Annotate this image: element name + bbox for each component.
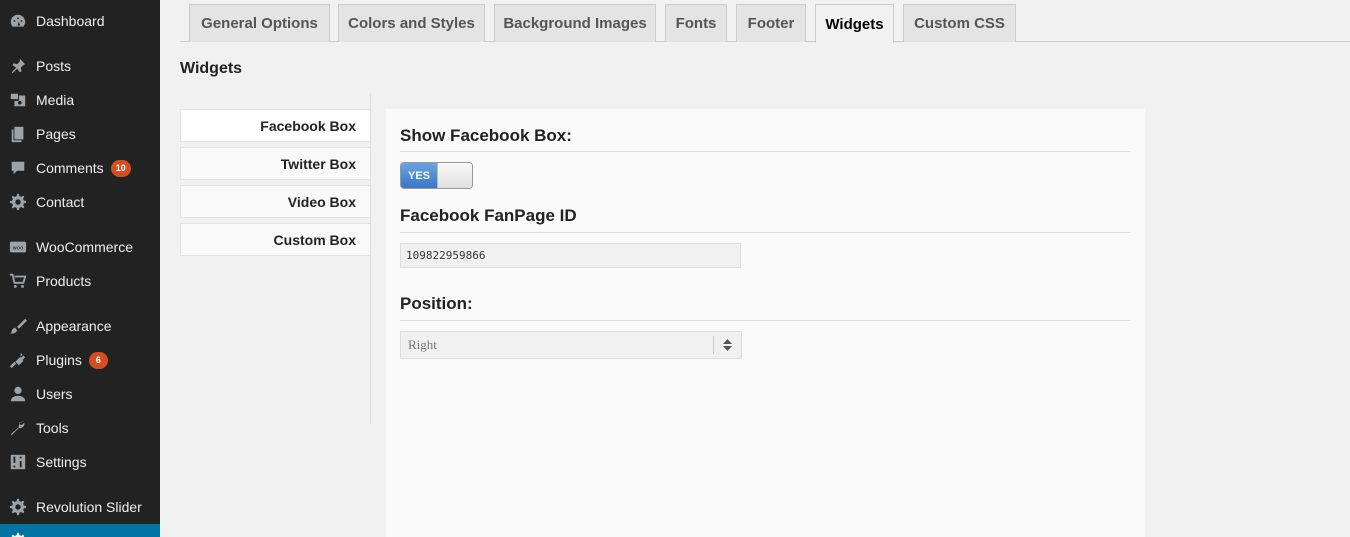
- menu-label: Appearance: [36, 318, 112, 334]
- user-icon: [8, 384, 28, 404]
- menu-contact[interactable]: Contact: [0, 185, 160, 219]
- show-facebook-box-toggle[interactable]: YES: [400, 162, 473, 189]
- menu-appearance[interactable]: Appearance: [0, 309, 160, 343]
- menu-label: Products: [36, 273, 92, 289]
- fanpage-id-input[interactable]: 109822959866: [400, 243, 741, 268]
- up-down-arrows-icon: [713, 336, 741, 354]
- position-label: Position:: [400, 294, 473, 313]
- admin-sidebar: Dashboard Posts Media Pages Comments 10 …: [0, 0, 160, 537]
- gear-icon: [8, 192, 28, 212]
- plug-icon: [8, 350, 28, 370]
- menu-label: Users: [36, 386, 73, 402]
- tab-colors-and-styles[interactable]: Colors and Styles: [338, 4, 485, 42]
- facebook-box-panel: Show Facebook Box: YES Facebook FanPage …: [386, 109, 1145, 537]
- menu-dashboard[interactable]: Dashboard: [0, 4, 160, 38]
- menu-products[interactable]: Products: [0, 264, 160, 298]
- tab-footer[interactable]: Footer: [736, 4, 806, 42]
- gear-icon: [8, 497, 28, 517]
- menu-label: Posts: [36, 58, 72, 74]
- menu-revolution-slider[interactable]: Revolution Slider: [0, 490, 160, 524]
- divider: [400, 320, 1131, 321]
- show-facebook-box-label: Show Facebook Box:: [400, 126, 572, 145]
- menu-label: Settings: [36, 454, 87, 470]
- toggle-on-label: YES: [401, 163, 437, 188]
- menu-label: Media: [36, 92, 75, 108]
- woocommerce-icon: woo: [8, 237, 28, 257]
- gear-icon: [8, 531, 28, 537]
- divider: [400, 151, 1131, 152]
- menu-current-item[interactable]: [0, 524, 160, 537]
- menu-label: Plugins: [36, 352, 82, 368]
- subtab-twitter-box[interactable]: Twitter Box: [180, 147, 370, 180]
- menu-users[interactable]: Users: [0, 377, 160, 411]
- menu-label: Pages: [36, 126, 76, 142]
- menu-label: WooCommerce: [36, 239, 133, 255]
- tab-widgets[interactable]: Widgets: [815, 4, 894, 43]
- plugins-count-badge: 6: [88, 351, 108, 369]
- dashboard-icon: [8, 11, 28, 31]
- subtab-custom-box[interactable]: Custom Box: [180, 223, 370, 256]
- paint-brush-icon: [8, 316, 28, 336]
- pages-icon: [8, 124, 28, 144]
- pin-icon: [8, 56, 28, 76]
- position-selected-value: Right: [408, 337, 437, 352]
- toggle-knob: [437, 163, 472, 188]
- comment-icon: [8, 158, 28, 178]
- position-select[interactable]: Right: [400, 331, 742, 359]
- settings-sliders-icon: [8, 452, 28, 472]
- menu-pages[interactable]: Pages: [0, 117, 160, 151]
- menu-settings[interactable]: Settings: [0, 445, 160, 479]
- tab-custom-css[interactable]: Custom CSS: [903, 4, 1016, 42]
- menu-tools[interactable]: Tools: [0, 411, 160, 445]
- subtabs-divider: [370, 93, 371, 424]
- cart-icon: [8, 271, 28, 291]
- subtab-video-box[interactable]: Video Box: [180, 185, 370, 218]
- subtab-facebook-box[interactable]: Facebook Box: [180, 109, 370, 142]
- svg-text:woo: woo: [13, 246, 24, 252]
- menu-label: Dashboard: [36, 13, 105, 29]
- menu-label: Comments: [36, 160, 104, 176]
- page-title: Widgets: [180, 60, 243, 77]
- menu-media[interactable]: Media: [0, 83, 160, 117]
- media-icon: [8, 90, 28, 110]
- tab-general-options[interactable]: General Options: [189, 4, 330, 42]
- menu-comments[interactable]: Comments 10: [0, 151, 160, 185]
- fanpage-id-label: Facebook FanPage ID: [400, 206, 577, 225]
- tab-background-images[interactable]: Background Images: [494, 4, 656, 42]
- menu-plugins[interactable]: Plugins 6: [0, 343, 160, 377]
- menu-label: Revolution Slider: [36, 499, 142, 515]
- menu-woocommerce[interactable]: woo WooCommerce: [0, 230, 160, 264]
- tab-fonts[interactable]: Fonts: [665, 4, 727, 42]
- wrench-icon: [8, 418, 28, 438]
- menu-label: Contact: [36, 194, 85, 210]
- menu-label: Tools: [36, 420, 69, 436]
- options-tabs: General Options Colors and Styles Backgr…: [180, 0, 1350, 43]
- comments-count-badge: 10: [110, 159, 131, 177]
- menu-posts[interactable]: Posts: [0, 49, 160, 83]
- divider: [400, 232, 1131, 233]
